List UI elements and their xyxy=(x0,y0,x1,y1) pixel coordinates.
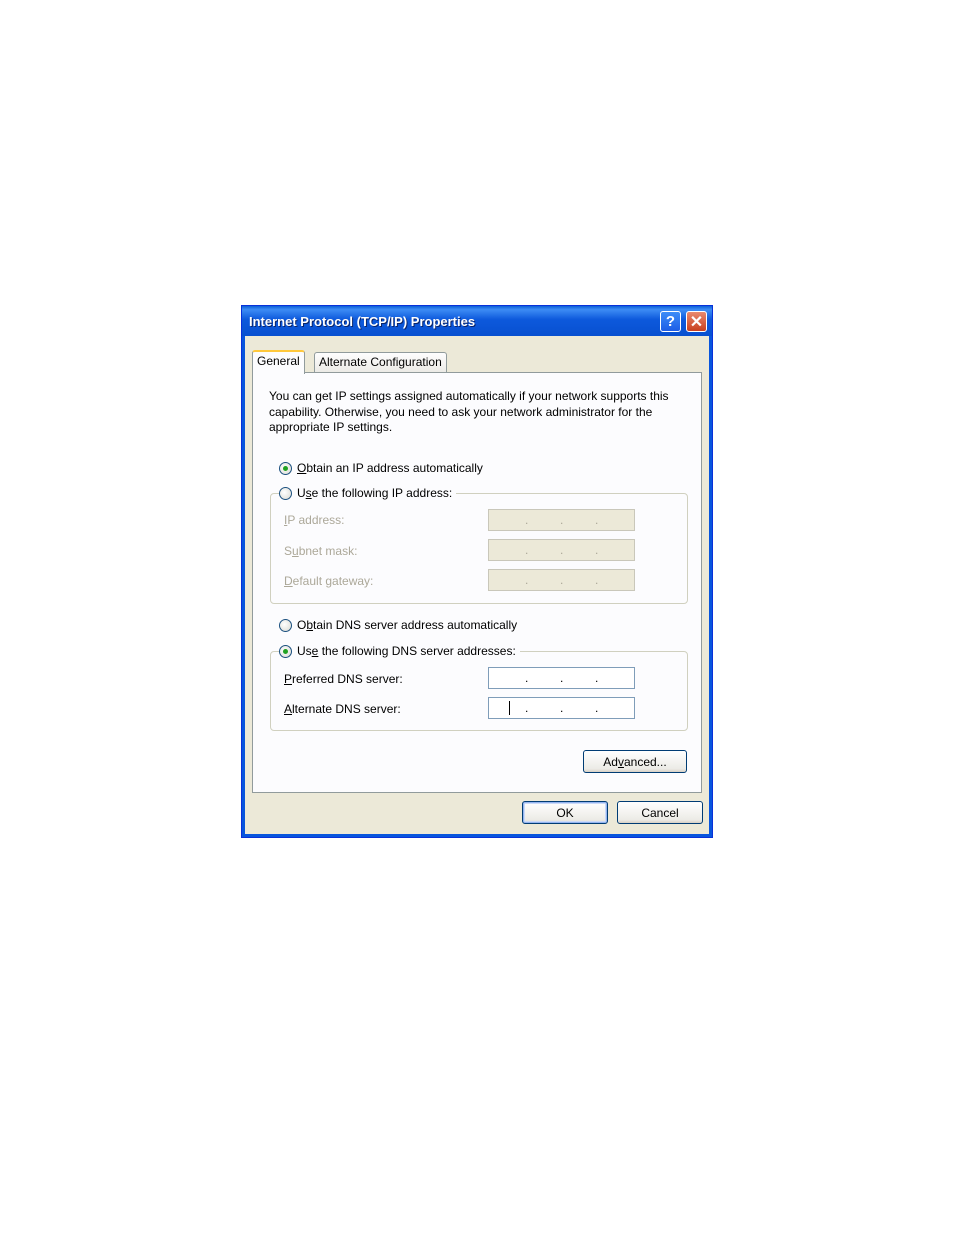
alternate-dns-label: Alternate DNS server: xyxy=(284,702,401,716)
octet-dot: . xyxy=(525,543,529,557)
general-tab-panel: You can get IP settings assigned automat… xyxy=(252,372,702,793)
octet-dot: . xyxy=(560,513,564,527)
description-text: You can get IP settings assigned automat… xyxy=(269,389,669,434)
ip-address-input[interactable]: . . . xyxy=(488,509,635,531)
dns-server-groupbox xyxy=(270,651,688,731)
tcpip-properties-dialog: Internet Protocol (TCP/IP) Properties ? … xyxy=(241,305,713,838)
preferred-dns-input[interactable]: . . . xyxy=(488,667,635,689)
default-gateway-label: Default gateway: xyxy=(284,574,374,588)
ok-button-label: OK xyxy=(556,805,574,820)
octet-dot: . xyxy=(525,671,529,685)
radio-indicator xyxy=(279,644,292,658)
preferred-dns-label: Preferred DNS server: xyxy=(284,672,403,686)
advanced-button-label: Advanced... xyxy=(603,754,667,769)
close-icon: ✕ xyxy=(689,313,704,331)
tab-general[interactable]: General xyxy=(252,350,305,374)
use-following-ip-label: Use the following IP address: xyxy=(297,486,453,500)
octet-dot: . xyxy=(525,701,529,715)
title-bar[interactable]: Internet Protocol (TCP/IP) Properties ? … xyxy=(242,306,712,336)
help-icon: ? xyxy=(665,313,676,330)
text-caret xyxy=(509,701,510,715)
octet-dot: . xyxy=(595,513,599,527)
dialog-client-area: General Alternate Configuration You can … xyxy=(245,336,709,834)
octet-dot: . xyxy=(595,701,599,715)
use-following-dns-radio[interactable]: Use the following DNS server addresses: xyxy=(279,644,520,658)
tab-general-label: General xyxy=(257,354,300,368)
octet-dot: . xyxy=(560,671,564,685)
subnet-mask-input[interactable]: . . . xyxy=(488,539,635,561)
advanced-button[interactable]: Advanced... xyxy=(583,750,687,773)
cancel-button[interactable]: Cancel xyxy=(617,801,703,824)
obtain-dns-automatically-radio[interactable]: Obtain DNS server address automatically xyxy=(279,618,517,632)
help-button[interactable]: ? xyxy=(660,311,681,332)
tab-alternate-configuration[interactable]: Alternate Configuration xyxy=(314,352,447,372)
ip-address-label: IP address: xyxy=(284,513,345,527)
obtain-ip-automatically-radio[interactable]: Obtain an IP address automatically xyxy=(279,461,483,475)
obtain-ip-automatically-label: Obtain an IP address automatically xyxy=(297,461,483,475)
default-gateway-input[interactable]: . . . xyxy=(488,569,635,591)
alternate-dns-input[interactable]: . . . xyxy=(488,697,635,719)
octet-dot: . xyxy=(595,543,599,557)
radio-indicator xyxy=(279,486,292,500)
use-following-ip-radio[interactable]: Use the following IP address: xyxy=(279,486,457,500)
window-title: Internet Protocol (TCP/IP) Properties xyxy=(249,314,476,329)
tab-alternate-configuration-label: Alternate Configuration xyxy=(319,355,442,369)
subnet-mask-label: Subnet mask: xyxy=(284,544,358,558)
radio-indicator xyxy=(279,618,292,632)
octet-dot: . xyxy=(525,513,529,527)
octet-dot: . xyxy=(560,701,564,715)
use-following-dns-label: Use the following DNS server addresses: xyxy=(297,644,516,658)
radio-indicator xyxy=(279,461,292,475)
octet-dot: . xyxy=(560,573,564,587)
octet-dot: . xyxy=(525,573,529,587)
close-button[interactable]: ✕ xyxy=(686,311,707,332)
octet-dot: . xyxy=(595,573,599,587)
cancel-button-label: Cancel xyxy=(641,805,679,820)
obtain-dns-automatically-label: Obtain DNS server address automatically xyxy=(297,618,518,632)
octet-dot: . xyxy=(595,671,599,685)
ok-button[interactable]: OK xyxy=(522,801,608,824)
octet-dot: . xyxy=(560,543,564,557)
